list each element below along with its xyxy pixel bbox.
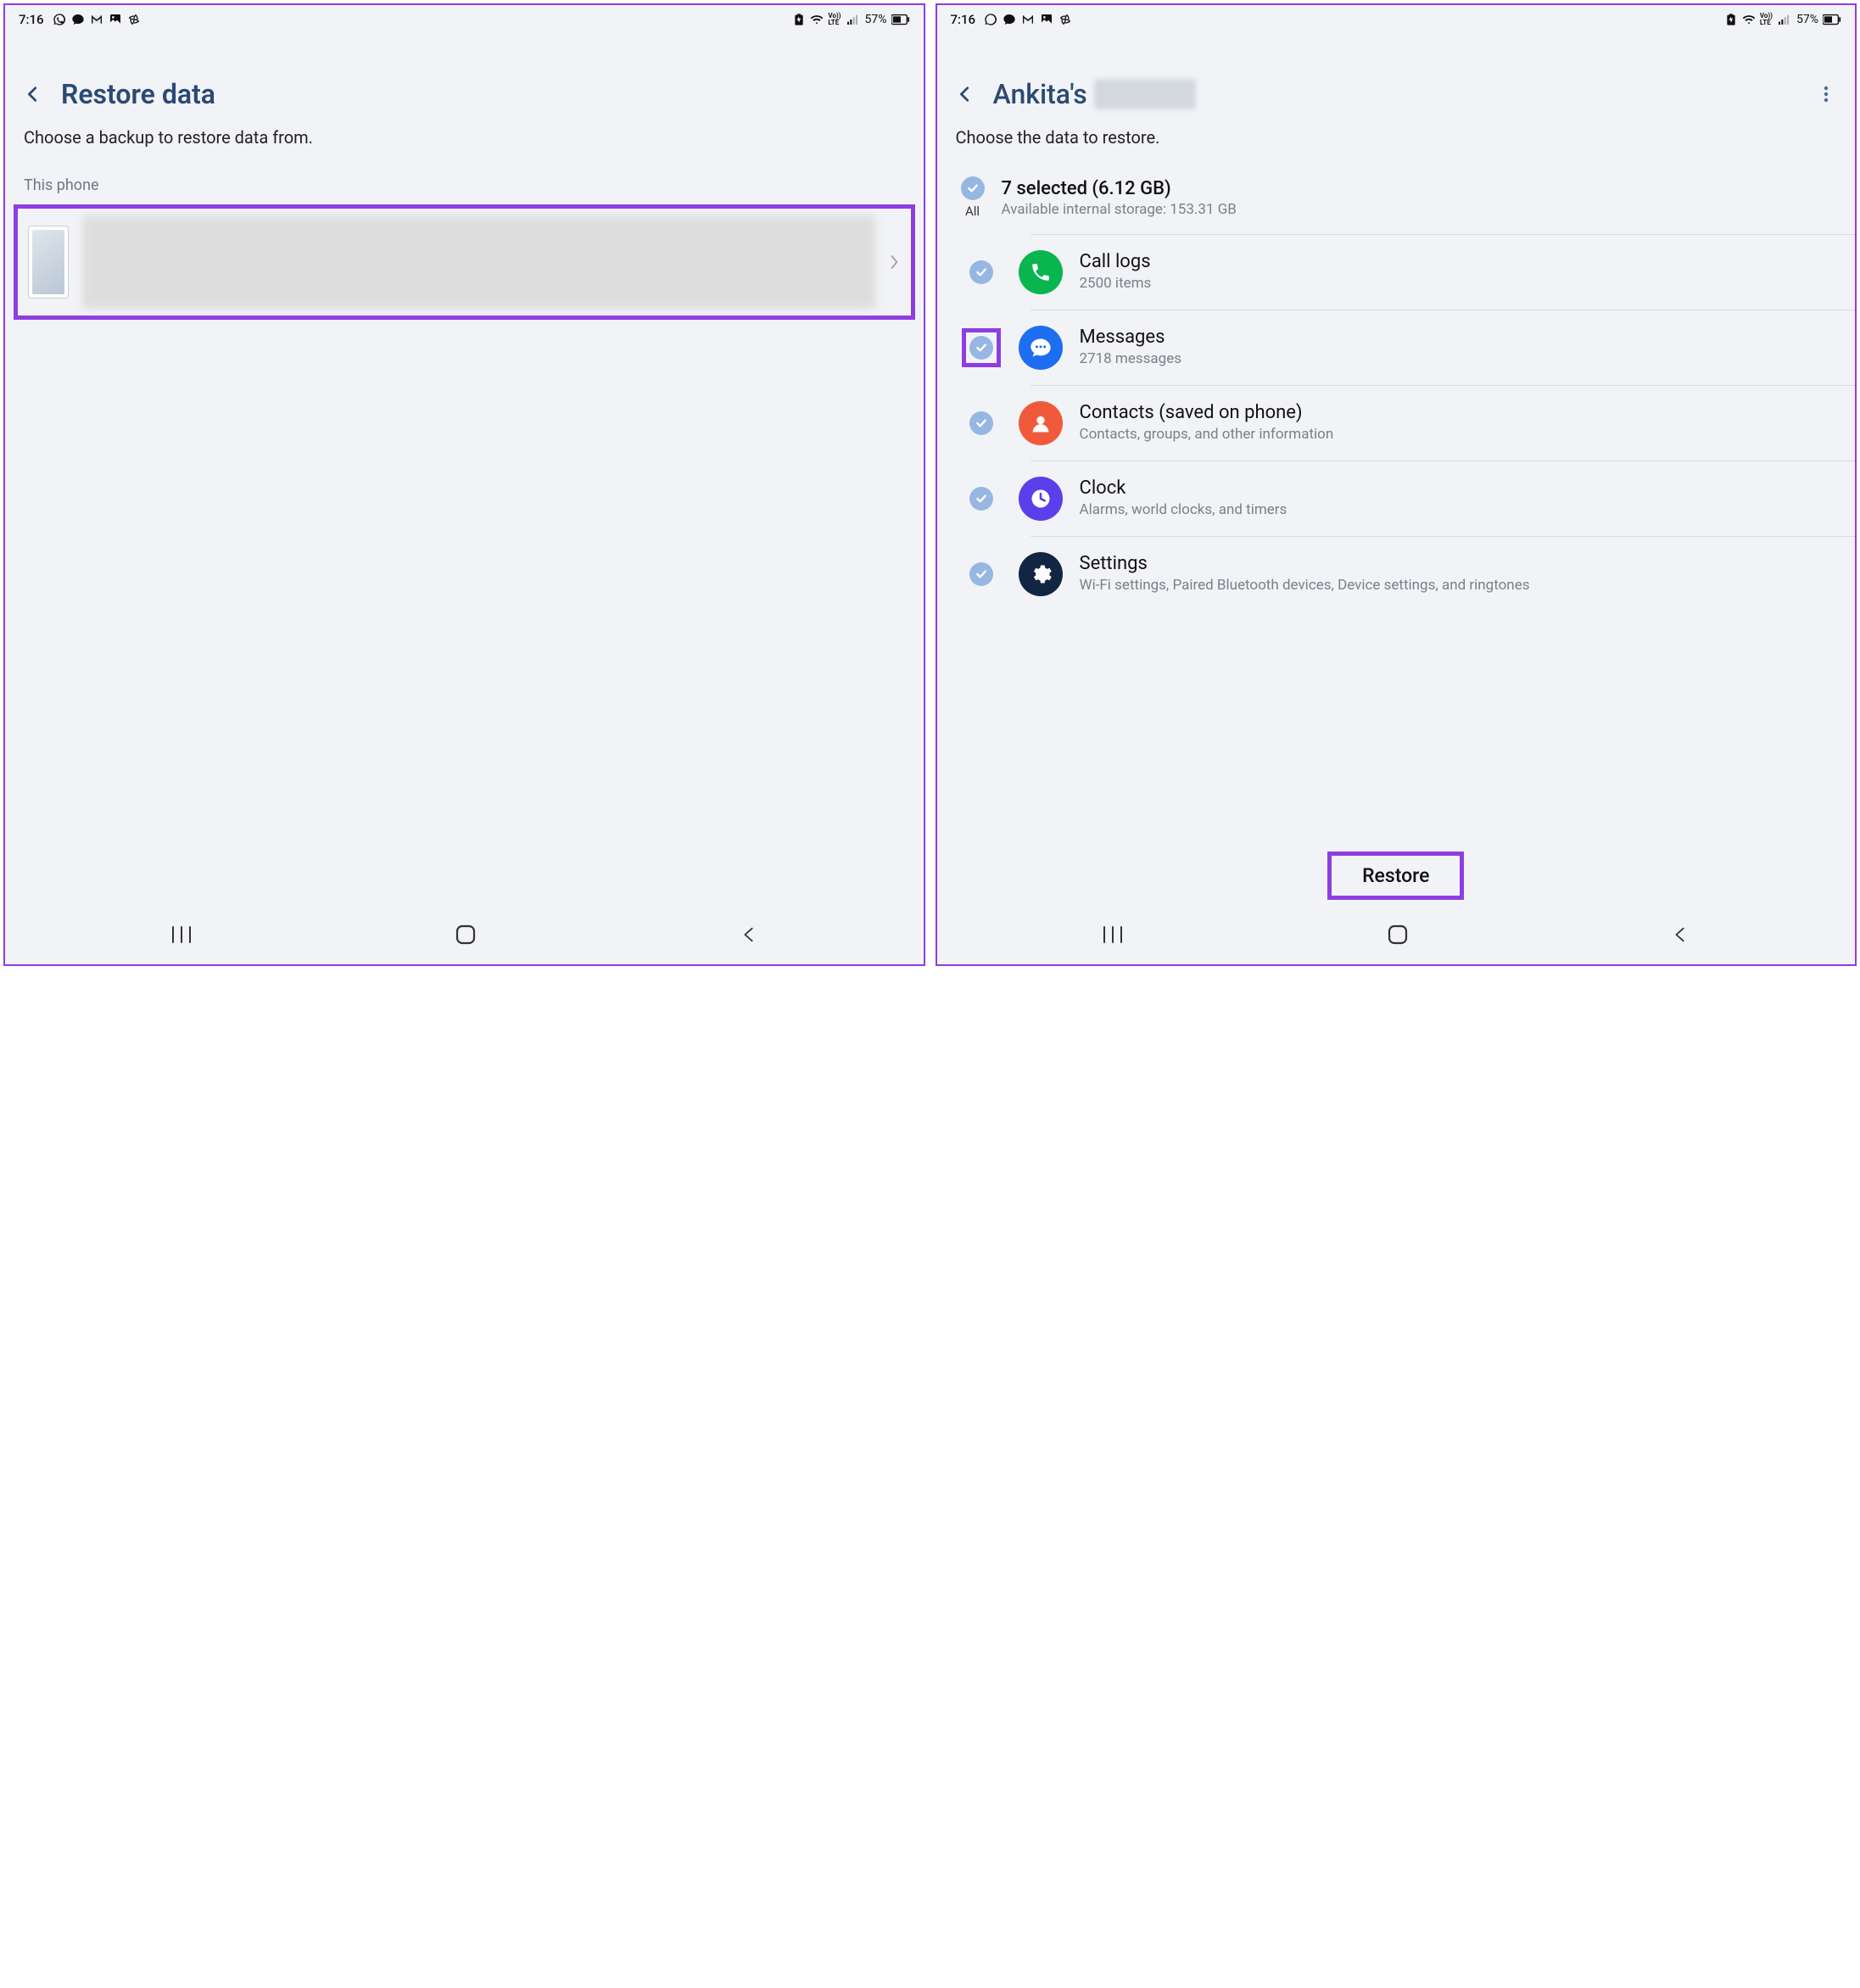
gmail-icon [90,13,103,26]
summary-sub: Available internal storage: 153.31 GB [1002,201,1832,218]
all-label: All [965,204,980,219]
volte-icon: Vo))LTE [828,13,841,26]
restore-list: Call logs 2500 items Messages 2718 messa… [937,235,1856,843]
check-icon[interactable] [969,260,993,284]
title-redacted [1094,79,1196,109]
status-left: 7:16 [19,12,141,27]
battery-saver-icon [1724,13,1738,26]
battery-icon [1823,14,1841,25]
item-messages[interactable]: Messages 2718 messages [937,310,1856,385]
contacts-icon [1019,401,1063,445]
highlight [962,328,1001,367]
item-settings[interactable]: Settings Wi-Fi settings, Paired Bluetoot… [937,537,1856,611]
chat-icon [71,13,85,26]
fan-icon [127,13,141,26]
home-icon[interactable] [1387,924,1409,946]
volte-icon: Vo))LTE [1760,13,1773,26]
nav-bar [937,908,1856,964]
chevron-right-icon [889,252,901,272]
chat-icon [1003,13,1016,26]
fan-icon [1058,13,1072,26]
check-icon[interactable] [969,487,993,511]
battery-pct: 57% [865,13,887,26]
status-time: 7:16 [19,12,44,27]
whatsapp-icon [984,13,997,26]
restore-button[interactable]: Restore [1327,852,1464,900]
back-nav-icon[interactable] [740,925,758,944]
phone-thumbnail-icon [28,226,69,299]
check-icon[interactable] [969,336,993,360]
phone-left: 7:16 Vo))LTE 57% Restore data Choose a b… [3,3,925,966]
recents-icon[interactable] [1102,925,1124,944]
status-right: Vo))LTE 57% [792,13,909,26]
back-icon[interactable] [956,85,975,103]
status-left: 7:16 [951,12,1073,27]
title-prefix: Ankita's [993,78,1087,110]
gear-icon [1019,552,1063,596]
section-label: This phone [5,165,924,201]
header-right: Ankita's [937,31,1856,120]
header-left: Restore data [5,31,924,120]
clock-icon [1019,477,1063,521]
item-sub: 2718 messages [1080,349,1832,369]
home-icon[interactable] [455,924,477,946]
item-contacts[interactable]: Contacts (saved on phone) Contacts, grou… [937,386,1856,461]
page-description: Choose a backup to restore data from. [5,120,924,165]
more-icon[interactable] [1816,84,1836,104]
item-title: Messages [1080,327,1832,348]
item-clock[interactable]: Clock Alarms, world clocks, and timers [937,461,1856,536]
page-title: Restore data [61,78,215,110]
item-sub: Wi-Fi settings, Paired Bluetooth devices… [1080,576,1832,595]
item-title: Clock [1080,477,1832,499]
whatsapp-icon [53,13,66,26]
item-title: Settings [1080,553,1832,574]
status-bar: 7:16 Vo))LTE 57% [937,5,1856,31]
recents-icon[interactable] [170,925,193,944]
item-sub: Alarms, world clocks, and timers [1080,500,1832,520]
battery-icon [891,14,910,25]
page-description: Choose the data to restore. [937,120,1856,165]
item-title: Call logs [1080,251,1832,272]
selection-summary: All 7 selected (6.12 GB) Available inter… [937,165,1856,234]
wifi-icon [810,13,824,26]
item-call-logs[interactable]: Call logs 2500 items [937,235,1856,310]
check-icon[interactable] [969,562,993,586]
nav-bar [5,908,924,964]
gallery-icon [109,13,122,26]
check-icon [961,176,985,200]
status-time: 7:16 [951,12,976,27]
summary-title: 7 selected (6.12 GB) [1002,178,1832,199]
messages-icon [1019,326,1063,370]
backup-item[interactable] [14,204,915,320]
phone-right: 7:16 Vo))LTE 57% Ankita's Choose the dat… [936,3,1857,966]
select-all[interactable]: All [961,176,985,219]
status-right: Vo))LTE 57% [1724,13,1841,26]
check-icon[interactable] [969,411,993,435]
phone-icon [1019,250,1063,294]
gallery-icon [1040,13,1053,26]
battery-pct: 57% [1796,13,1818,26]
back-icon[interactable] [24,85,42,103]
item-sub: Contacts, groups, and other information [1080,425,1832,444]
battery-saver-icon [792,13,806,26]
item-title: Contacts (saved on phone) [1080,402,1832,423]
backup-name-redacted [82,215,875,309]
item-sub: 2500 items [1080,274,1832,293]
status-bar: 7:16 Vo))LTE 57% [5,5,924,31]
wifi-icon [1742,13,1756,26]
page-title: Ankita's [993,78,1798,110]
back-nav-icon[interactable] [1671,925,1690,944]
gmail-icon [1021,13,1035,26]
signal-icon [846,13,859,26]
signal-icon [1777,13,1790,26]
